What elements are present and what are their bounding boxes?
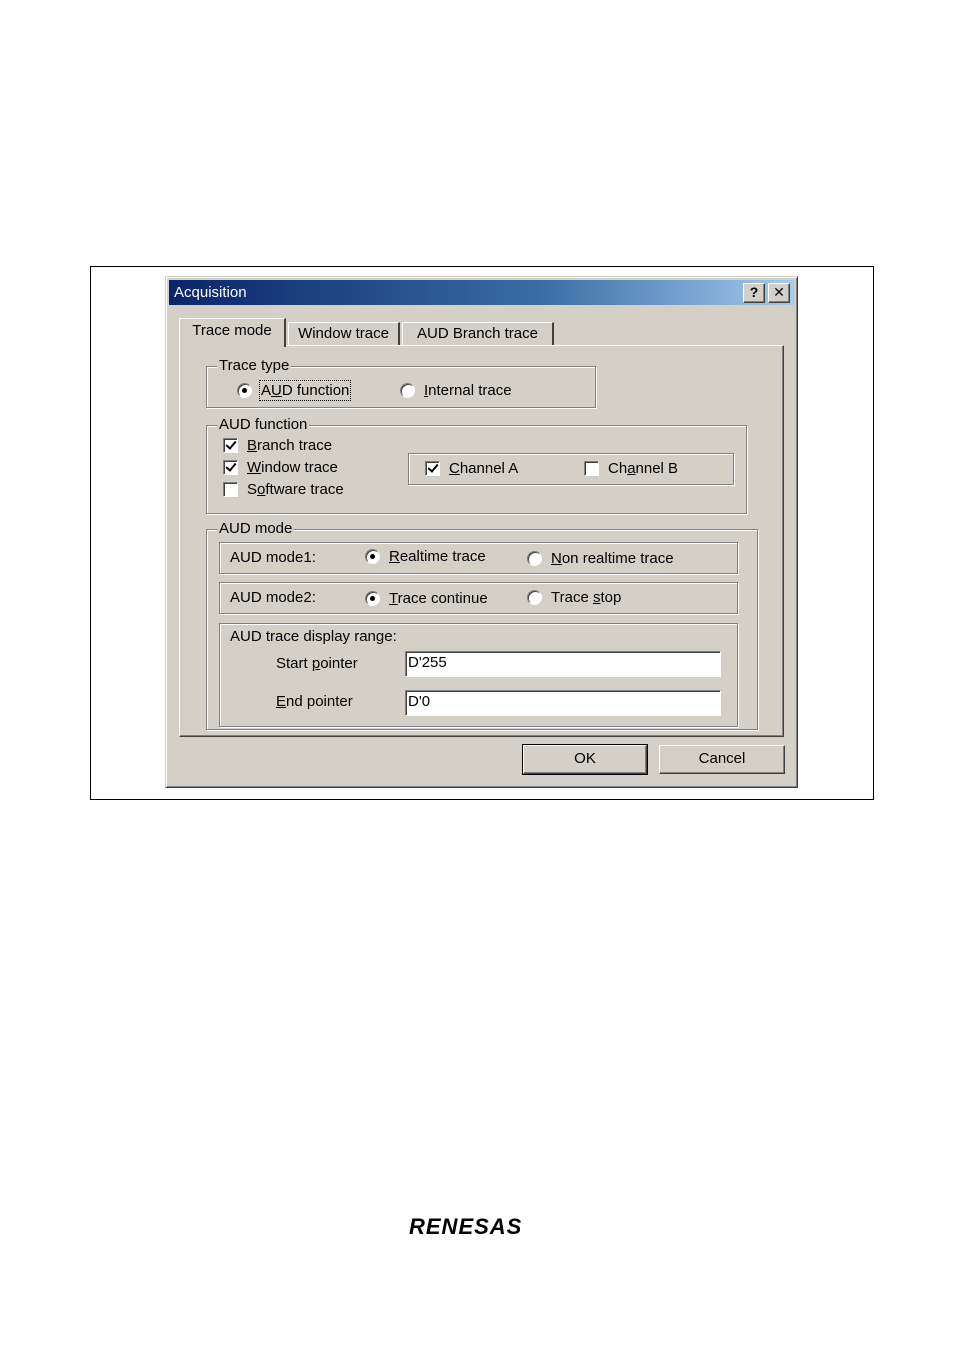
aud-mode2-row: AUD mode2: Trace continue Trace stop: [219, 582, 738, 614]
close-icon: ✕: [773, 284, 785, 300]
renesas-logo-text: RENESAS: [409, 1214, 522, 1239]
checkbox-indicator: [425, 461, 440, 476]
radio-indicator: [400, 383, 415, 398]
tab-label: AUD Branch trace: [417, 325, 538, 342]
cancel-button[interactable]: Cancel: [659, 745, 785, 774]
aud-function-radio[interactable]: AUD function: [237, 380, 352, 401]
trace-mode-panel: Trace type AUD function Internal trace A…: [179, 345, 784, 737]
renesas-logo: RENESAS: [409, 1214, 522, 1239]
radio-indicator: [527, 551, 542, 566]
close-button[interactable]: ✕: [768, 283, 790, 303]
aud-mode2-label: AUD mode2:: [230, 589, 316, 606]
radio-label: Trace stop: [551, 589, 622, 606]
checkbox-label: Software trace: [247, 481, 344, 498]
trace-type-label: Trace type: [217, 357, 292, 375]
checkbox-indicator: [584, 461, 599, 476]
help-icon: ?: [749, 284, 759, 300]
aud-mode-group: AUD mode AUD mode1: Realtime trace Non r…: [206, 520, 758, 730]
checkbox-label: Channel A: [449, 460, 519, 477]
realtime-trace-radio[interactable]: Realtime trace: [365, 548, 486, 565]
aud-function-group: AUD function Branch trace Window trace S…: [206, 416, 747, 514]
trace-type-group: Trace type AUD function Internal trace: [206, 357, 596, 408]
radio-indicator: [237, 383, 252, 398]
radio-label: Internal trace: [424, 382, 512, 399]
tab-aud-branch-trace[interactable]: AUD Branch trace: [402, 322, 554, 346]
radio-label: Non realtime trace: [551, 550, 674, 567]
branch-trace-checkbox[interactable]: Branch trace: [223, 437, 332, 454]
trace-continue-radio[interactable]: Trace continue: [365, 590, 488, 607]
trace-range-group: AUD trace display range: Start pointer D…: [219, 623, 738, 727]
window-trace-checkbox[interactable]: Window trace: [223, 459, 338, 476]
aud-mode1-label: AUD mode1:: [230, 549, 316, 566]
tab-label: Window trace: [298, 325, 389, 342]
aud-function-label: AUD function: [217, 416, 310, 434]
radio-indicator: [527, 590, 542, 605]
tab-label: Trace mode: [192, 322, 272, 339]
tab-window-trace[interactable]: Window trace: [288, 322, 400, 346]
start-pointer-label: Start pointer: [276, 655, 358, 672]
checkbox-indicator: [223, 482, 238, 497]
title-bar: Acquisition ? ✕: [169, 280, 794, 305]
radio-label: Trace continue: [389, 590, 488, 607]
checkbox-indicator: [223, 438, 238, 453]
help-button[interactable]: ?: [743, 283, 765, 303]
radio-indicator: [365, 591, 380, 606]
start-pointer-input[interactable]: D'255: [405, 651, 721, 677]
software-trace-checkbox[interactable]: Software trace: [223, 481, 344, 498]
radio-label: Realtime trace: [389, 548, 486, 565]
end-pointer-input[interactable]: D'0: [405, 690, 721, 716]
trace-range-label: AUD trace display range:: [230, 628, 397, 645]
checkbox-label: Channel B: [608, 460, 679, 477]
internal-trace-radio[interactable]: Internal trace: [400, 382, 512, 399]
ok-button[interactable]: OK: [522, 744, 648, 775]
checkbox-label: Branch trace: [247, 437, 333, 454]
acquisition-dialog: Acquisition ? ✕ Trace mode Window trace …: [165, 276, 798, 788]
non-realtime-trace-radio[interactable]: Non realtime trace: [527, 550, 674, 567]
channel-group: Channel A Channel B: [408, 453, 734, 485]
dialog-title: Acquisition: [174, 284, 247, 301]
checkbox-indicator: [223, 460, 238, 475]
aud-mode1-row: AUD mode1: Realtime trace Non realtime t…: [219, 542, 738, 574]
channel-b-checkbox[interactable]: Channel B: [584, 460, 678, 477]
tab-trace-mode[interactable]: Trace mode: [179, 318, 286, 347]
trace-stop-radio[interactable]: Trace stop: [527, 589, 621, 606]
checkbox-label: Window trace: [247, 459, 338, 476]
radio-indicator: [365, 549, 380, 564]
channel-a-checkbox[interactable]: Channel A: [425, 460, 518, 477]
aud-mode-label: AUD mode: [217, 520, 295, 538]
end-pointer-label: End pointer: [276, 693, 353, 710]
radio-label: AUD function: [258, 380, 352, 401]
